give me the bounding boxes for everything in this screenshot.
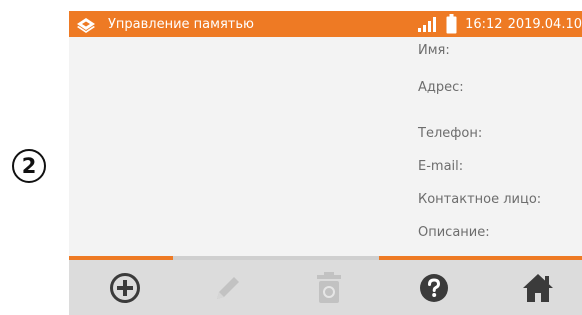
clock-time: 16:12 (465, 16, 503, 32)
signal-strength-icon (418, 17, 437, 32)
pencil-icon (217, 277, 239, 299)
help-icon (420, 274, 448, 302)
add-button[interactable] (103, 267, 147, 309)
phone-label: Телефон: (418, 126, 483, 141)
home-button[interactable] (516, 267, 560, 309)
home-icon (523, 274, 553, 302)
description-label: Описание: (418, 225, 490, 240)
screen-title: Управление памятью (108, 16, 254, 32)
email-label: E-mail: (418, 159, 464, 174)
address-label: Адрес: (418, 80, 464, 95)
memory-icon (77, 18, 95, 33)
step-marker: 2 (12, 149, 46, 183)
help-button[interactable] (412, 267, 456, 309)
contact-person-label: Контактное лицо: (418, 192, 542, 207)
memory-list[interactable] (69, 37, 404, 256)
edit-button[interactable] (206, 267, 250, 309)
name-label: Имя: (418, 43, 450, 58)
battery-icon (446, 14, 457, 34)
plus-circle-icon (110, 273, 140, 303)
details-panel: Имя: Адрес: Телефон: E-mail: Контактное … (404, 37, 582, 256)
trash-icon (317, 272, 341, 303)
clock-date: 2019.04.10 (507, 16, 582, 32)
delete-button[interactable] (307, 267, 351, 309)
device-screen: Управление памятью 16:12 2019.04.10 Имя:… (69, 11, 582, 315)
bottom-toolbar (69, 260, 582, 315)
status-bar: Управление памятью 16:12 2019.04.10 (69, 11, 582, 37)
